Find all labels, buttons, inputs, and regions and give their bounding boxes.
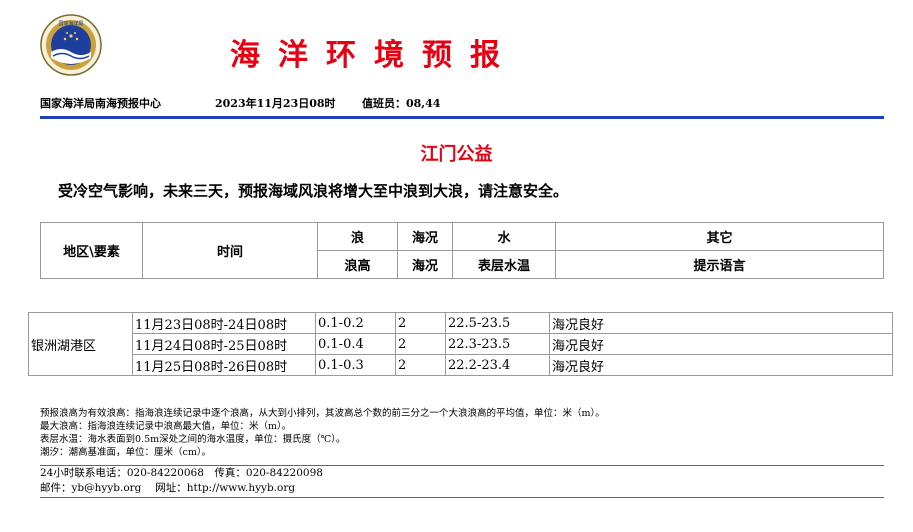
header-wave-group: 浪 [317,222,398,251]
header-time: 时间 [142,222,318,279]
header-other-group: 其它 [555,222,884,251]
sea-cell: 2 [395,333,446,355]
contact-block: 24小时联系电话：020-84220068 传真：020-84220098 邮件… [40,465,884,496]
contact-email: 邮件：yb@hyyb.org 网址：http://www.hyyb.org [40,482,296,494]
footnotes: 预报浪高为有效浪高：指海浪连续记录中逐个浪高，从大到小排列，其波高总个数的前三分… [40,407,605,459]
header-sea-group: 海况 [397,222,453,251]
forecast-headline: 受冷空气影响，未来三天，预报海域风浪将增大至中浪到大浪，请注意安全。 [58,182,569,200]
page-title: 海洋环境预报 [230,38,518,73]
logo-text: 国家海洋局 [58,20,83,27]
header-sea-state: 海况 [397,250,453,279]
header-wave-height: 浪高 [317,250,398,279]
contact-phone: 24小时联系电话：020-84220068 传真：020-84220098 [40,467,323,479]
header-water-group: 水 [452,222,556,251]
wave-cell: 0.1-0.4 [315,333,396,355]
wave-cell: 0.1-0.3 [315,354,396,376]
temp-cell: 22.3-23.5 [445,333,550,355]
tip-cell: 海况良好 [549,312,893,334]
region-cell: 银洲湖港区 [28,312,133,376]
table-row: 银洲湖港区 11月23日08时-24日08时 0.1-0.2 2 22.5-23… [28,312,893,376]
note-max-wave: 最大浪高：指海浪连续记录中浪高最大值，单位：米（m）。 [40,421,292,432]
agency-logo: 国家海洋局 [40,14,102,76]
note-tide: 潮汐：潮高基准面，单位：厘米（cm）。 [40,447,212,458]
tip-cell: 海况良好 [549,354,893,376]
table-header: 地区\要素 时间 浪 海况 水 其它 浪高 海况 表层水温 提示语言 [40,222,884,279]
header-surface-temp: 表层水温 [452,250,556,279]
header-tips: 提示语言 [555,250,884,279]
header-region: 地区\要素 [40,222,143,279]
table-row: 11月25日08时-26日08时 0.1-0.3 2 22.2-23.4 海况良… [29,354,893,376]
wave-cell: 0.1-0.2 [315,312,396,334]
footer-divider [40,497,884,498]
time-cell: 11月24日08时-25日08时 [132,333,316,355]
temp-cell: 22.2-23.4 [445,354,550,376]
note-wave-height: 预报浪高为有效浪高：指海浪连续记录中逐个浪高，从大到小排列，其波高总个数的前三分… [40,408,605,419]
forecast-table: 银洲湖港区 11月23日08时-24日08时 0.1-0.2 2 22.5-23… [28,312,893,376]
clipped-text-strip [40,279,884,285]
sea-cell: 2 [395,354,446,376]
note-surface-temp: 表层水温：海水表面到0.5m深处之间的海水温度，单位：摄氏度（℃）。 [40,434,346,445]
issue-date: 2023年11月23日08时 [215,97,336,110]
duty-officer: 值班员：08,44 [362,97,441,110]
header-divider [40,116,884,119]
sea-cell: 2 [395,312,446,334]
tip-cell: 海况良好 [549,333,893,355]
location-title: 江门公益 [420,144,493,165]
issuer: 国家海洋局南海预报中心 [40,97,161,110]
time-cell: 11月23日08时-24日08时 [132,312,316,334]
table-row: 11月24日08时-25日08时 0.1-0.4 2 22.3-23.5 海况良… [29,333,893,355]
temp-cell: 22.5-23.5 [445,312,550,334]
time-cell: 11月25日08时-26日08时 [132,354,316,376]
